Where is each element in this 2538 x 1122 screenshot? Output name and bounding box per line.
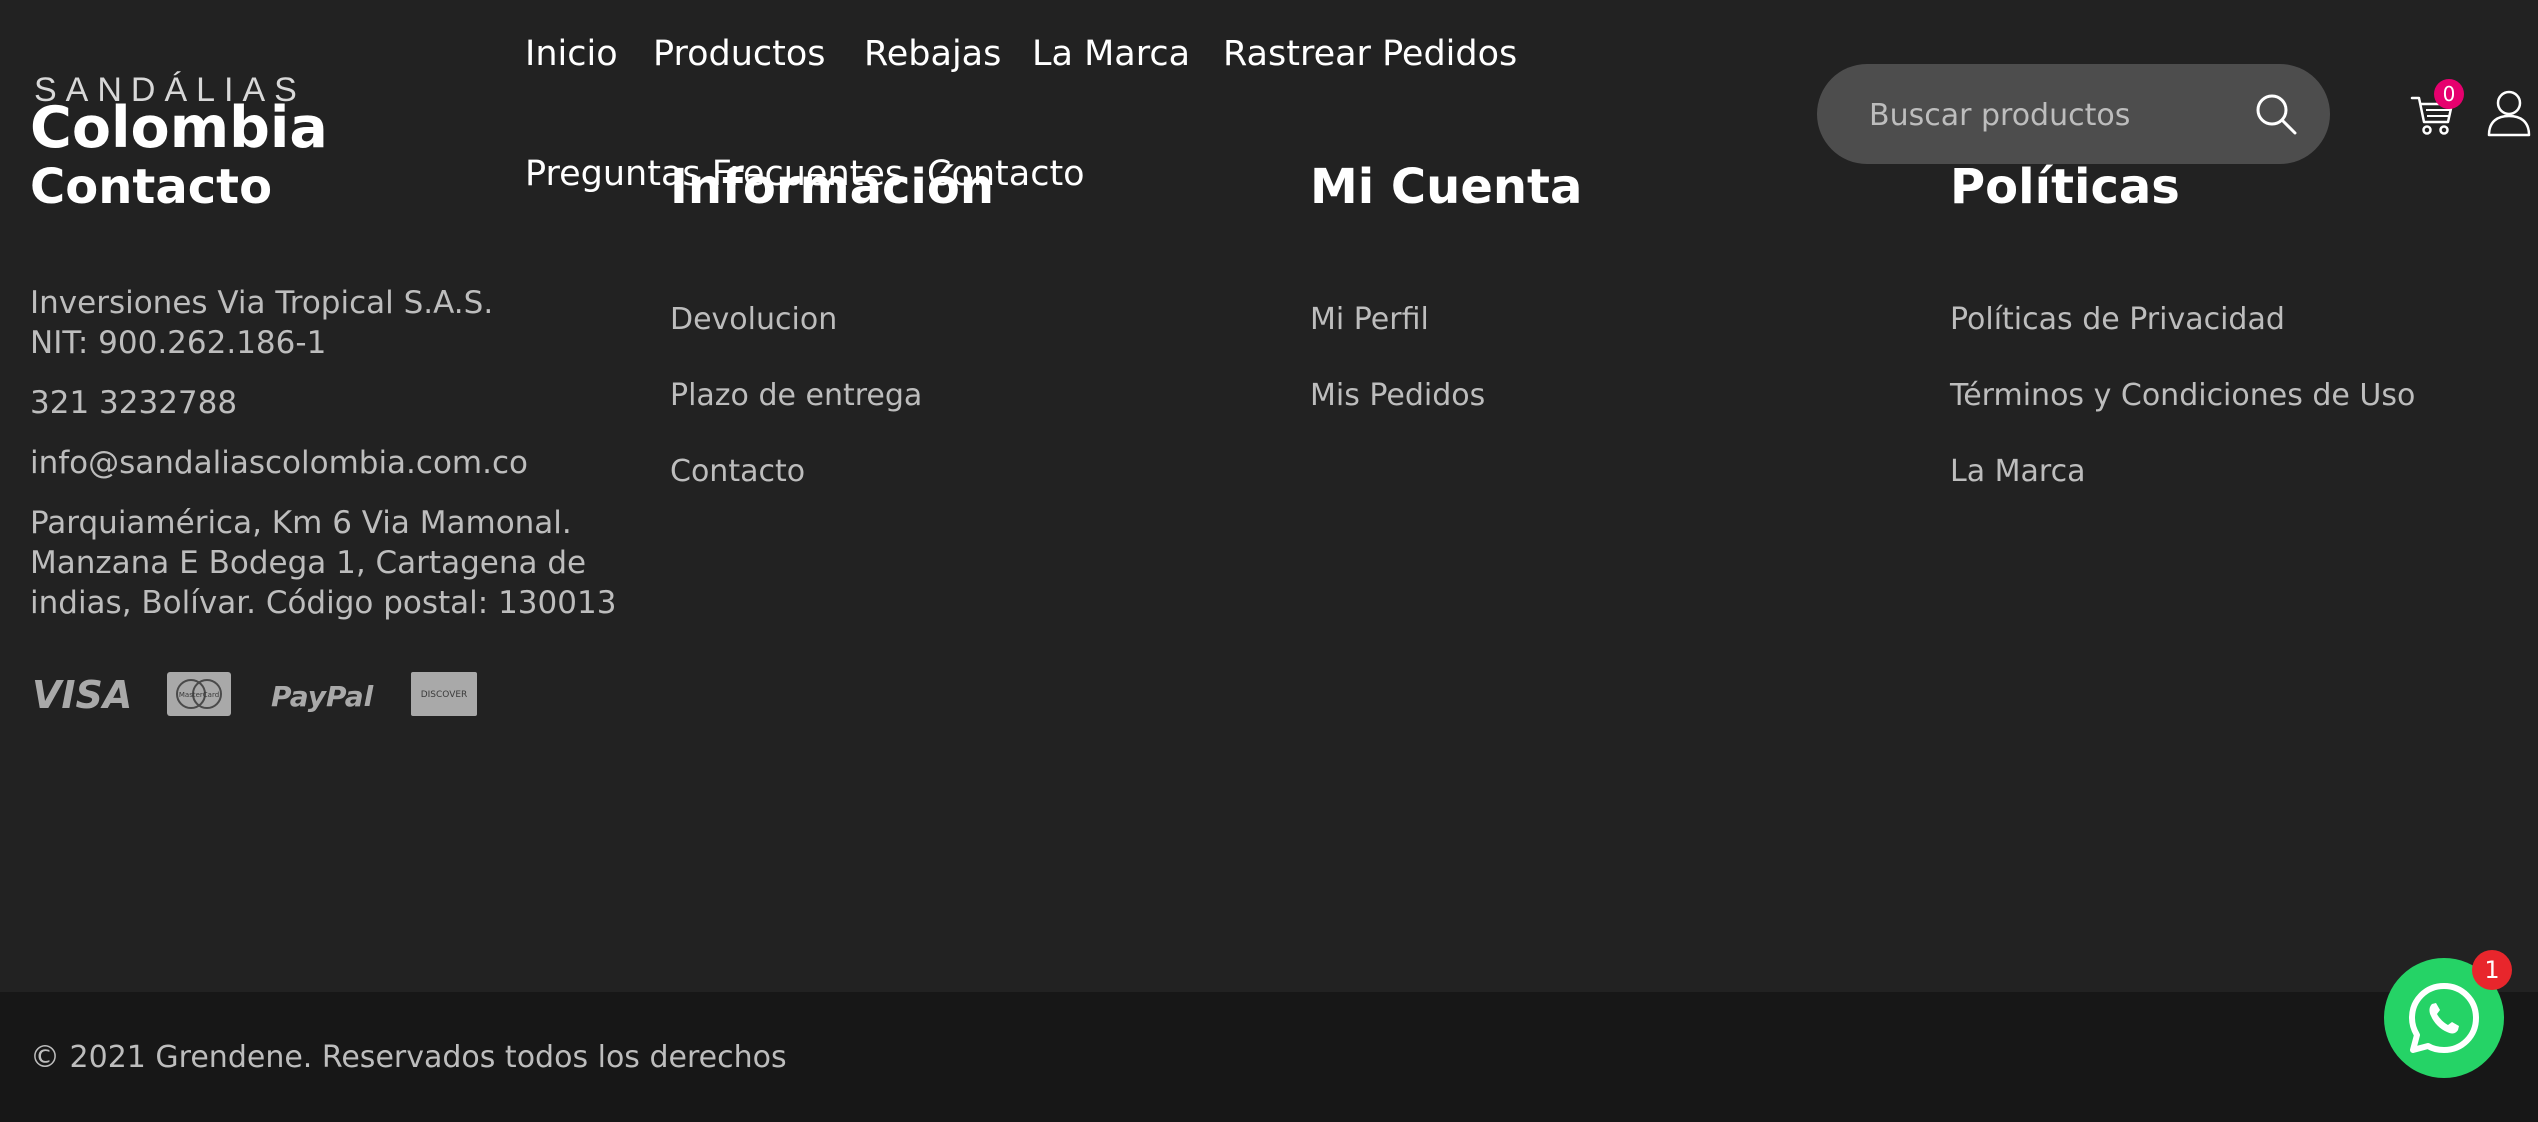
search-bar	[1817, 64, 2330, 166]
nav-rastrear-pedidos[interactable]: Rastrear Pedidos	[1223, 37, 1517, 72]
paypal-logo: PayPal	[271, 680, 374, 713]
link-mis-pedidos[interactable]: Mis Pedidos	[1310, 381, 1485, 411]
link-la-marca[interactable]: La Marca	[1950, 457, 2085, 487]
nav-contacto[interactable]: Contacto	[927, 157, 1085, 192]
nav-productos[interactable]: Productos	[653, 37, 826, 72]
contacto-heading: Contacto	[30, 159, 273, 215]
mastercard-logo: MasterCard	[167, 672, 231, 716]
nav-preguntas-frecuentes[interactable]: Preguntas Frecuentes	[525, 157, 903, 192]
user-account-icon[interactable]	[2486, 89, 2532, 137]
company-name: Inversiones Via Tropical S.A.S.	[30, 285, 494, 321]
visa-logo-text: VISA	[32, 673, 132, 717]
link-devolucion[interactable]: Devolucion	[670, 305, 837, 335]
contact-phone[interactable]: 321 3232788	[30, 383, 237, 423]
link-mi-perfil[interactable]: Mi Perfil	[1310, 305, 1429, 335]
cart-count-badge: 0	[2434, 79, 2464, 109]
search-icon[interactable]	[2254, 92, 2298, 136]
payment-methods: VISA MasterCard PayPal DISCOVER	[32, 672, 477, 717]
link-politicas-de-privacidad[interactable]: Políticas de Privacidad	[1950, 305, 2285, 335]
link-plazo-de-entrega[interactable]: Plazo de entrega	[670, 381, 922, 411]
whatsapp-notification-badge: 1	[2472, 950, 2512, 990]
address-line-2: Manzana E Bodega 1, Cartagena de	[30, 545, 587, 581]
visa-logo: VISA	[32, 673, 132, 717]
address-line-3: indias, Bolívar. Código postal: 130013	[30, 585, 617, 621]
link-contacto[interactable]: Contacto	[670, 457, 805, 487]
copyright-text: © 2021 Grendene. Reservados todos los de…	[30, 1040, 787, 1075]
address-line-1: Parquiamérica, Km 6 Via Mamonal.	[30, 505, 572, 541]
search-input[interactable]	[1867, 64, 2251, 166]
mi-cuenta-heading: Mi Cuenta	[1310, 159, 1583, 215]
contact-email[interactable]: info@sandaliascolombia.com.co	[30, 443, 528, 483]
discover-logo-text: DISCOVER	[421, 690, 468, 700]
company-nit: NIT: 900.262.186-1	[30, 325, 327, 361]
link-terminos-y-condiciones[interactable]: Términos y Condiciones de Uso	[1950, 381, 2415, 411]
paypal-logo-text: PayPal	[271, 680, 374, 713]
logo-wordmark[interactable]: Colombia	[30, 100, 328, 157]
nav-la-marca[interactable]: La Marca	[1032, 37, 1190, 72]
nav-inicio[interactable]: Inicio	[525, 37, 618, 72]
discover-logo: DISCOVER	[411, 672, 477, 716]
nav-rebajas[interactable]: Rebajas	[864, 37, 1001, 72]
mastercard-logo-text: MasterCard	[179, 691, 219, 699]
politicas-heading: Políticas	[1950, 159, 2180, 215]
